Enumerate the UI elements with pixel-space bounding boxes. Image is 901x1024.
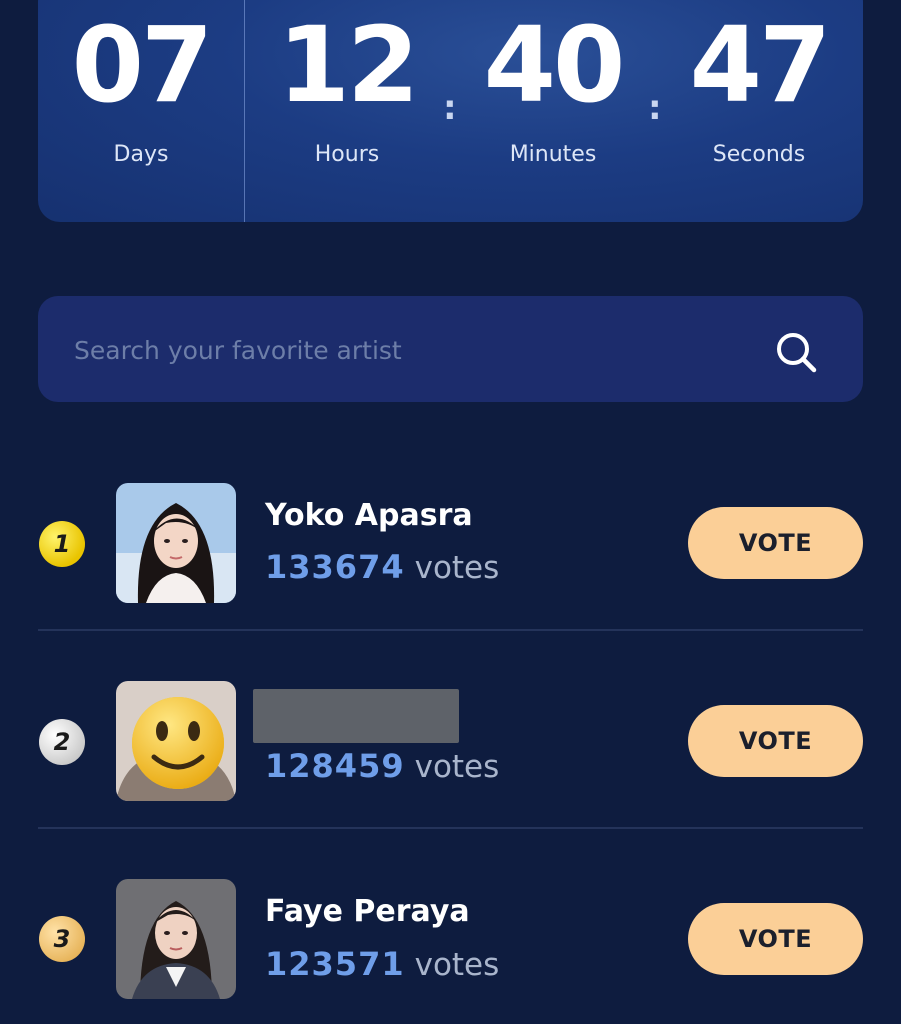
minutes-label: Minutes <box>509 142 597 167</box>
countdown-hours: 12 Hours <box>252 0 442 168</box>
countdown-separator: : <box>648 88 662 128</box>
hours-label: Hours <box>314 142 380 167</box>
artist-avatar-3 <box>116 879 236 999</box>
votes-label: votes <box>414 947 500 983</box>
hours-value: 12 <box>277 4 420 126</box>
rank-badge-3: 3 <box>39 916 85 962</box>
vote-total: 133674 votes <box>265 547 499 588</box>
artist-row-3: 3 Faye Peraya 123571 votes VOTE <box>0 828 901 1024</box>
search-icon[interactable] <box>772 328 820 376</box>
seconds-label: Seconds <box>712 142 806 167</box>
days-label: Days <box>113 142 169 167</box>
countdown-seconds: 47 Seconds <box>664 0 854 168</box>
artist-avatar-2 <box>116 681 236 801</box>
search-input[interactable] <box>72 324 756 376</box>
vote-button[interactable]: VOTE <box>688 705 863 777</box>
vote-button[interactable]: VOTE <box>688 903 863 975</box>
artist-name: Yoko Apasra <box>265 498 473 533</box>
seconds-value: 47 <box>689 4 832 126</box>
countdown-divider <box>244 0 245 222</box>
votes-label: votes <box>414 550 500 586</box>
vote-count: 133674 <box>265 548 405 586</box>
countdown-separator: : <box>443 88 457 128</box>
rank-badge-1: 1 <box>39 521 85 567</box>
redacted-artist-name <box>253 689 459 743</box>
vote-count: 123571 <box>265 945 405 983</box>
days-value: 07 <box>71 4 214 126</box>
artist-row-1: 1 Yoko Apasra 133674 votes VOTE <box>0 432 901 630</box>
minutes-value: 40 <box>483 4 626 126</box>
vote-count: 128459 <box>265 747 405 785</box>
countdown-timer: 07 Days 12 Hours : 40 Minutes : 47 Secon… <box>38 0 863 222</box>
vote-total: 128459 votes <box>265 746 499 787</box>
votes-label: votes <box>414 749 500 785</box>
artist-name: Faye Peraya <box>265 894 470 929</box>
search-bar <box>38 296 863 402</box>
vote-total: 123571 votes <box>265 944 499 985</box>
rank-badge-2: 2 <box>39 719 85 765</box>
artist-row-2: 2 128459 votes VOTE <box>0 630 901 828</box>
countdown-minutes: 40 Minutes <box>458 0 648 168</box>
countdown-days: 07 Days <box>46 0 236 168</box>
voting-page: 07 Days 12 Hours : 40 Minutes : 47 Secon… <box>0 0 901 1024</box>
vote-button[interactable]: VOTE <box>688 507 863 579</box>
artist-avatar-1 <box>116 483 236 603</box>
